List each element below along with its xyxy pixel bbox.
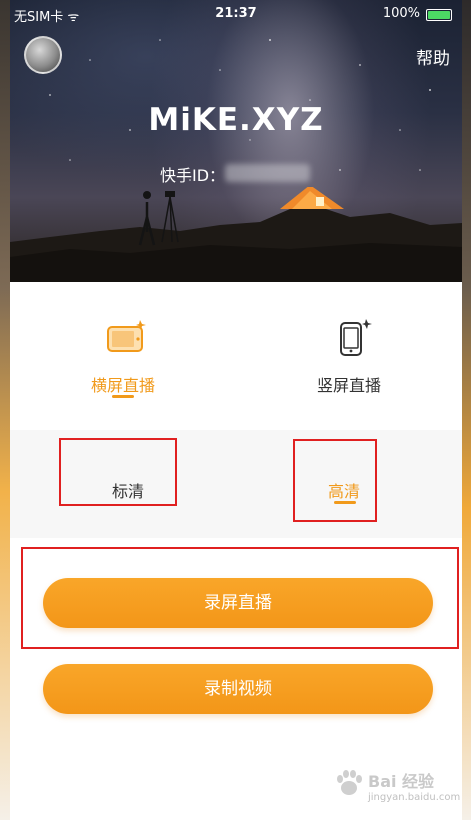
highlight-box-hd [293,439,377,522]
baidu-jingyan-watermark: Bai 经验 jingyan.baidu.com [332,762,460,812]
portrait-phone-icon [340,319,372,356]
watermark-url: jingyan.baidu.com [368,792,461,803]
help-link[interactable]: 帮助 [416,44,450,69]
active-mode-indicator [112,395,134,398]
battery-percent: 100% [382,6,420,21]
mountain-silhouette [10,187,462,282]
mode-portrait-live[interactable]: 竖屏直播 [236,282,462,430]
phone-screen: 无SIM卡 ᯤ 21:37 100% 帮助 MiKE.XYZ 快手ID： 横屏直… [10,0,462,820]
user-id-label: 快手ID： [160,166,226,185]
paw-logo-icon [337,770,362,795]
profile-header-photo: 无SIM卡 ᯤ 21:37 100% 帮助 MiKE.XYZ 快手ID： [10,0,462,282]
status-bar: 无SIM卡 ᯤ 21:37 100% [10,4,462,26]
highlight-box-record-screen [21,547,459,649]
battery-icon [426,9,452,21]
highlight-box-standard [59,438,177,506]
watermark-text: Bai 经验 [368,772,435,791]
live-mode-selector: 横屏直播 竖屏直播 [10,282,462,430]
mode-landscape-label: 横屏直播 [90,376,155,395]
mode-landscape-live[interactable]: 横屏直播 [10,282,236,430]
left-edge-strip [0,0,10,820]
username: MiKE.XYZ [148,102,324,138]
right-edge-strip [462,0,471,820]
mode-portrait-label: 竖屏直播 [316,376,381,395]
landscape-phone-icon [107,320,146,352]
record-video-button[interactable]: 录制视频 [43,664,433,714]
avatar[interactable] [24,36,62,74]
user-id-redacted [225,164,310,182]
